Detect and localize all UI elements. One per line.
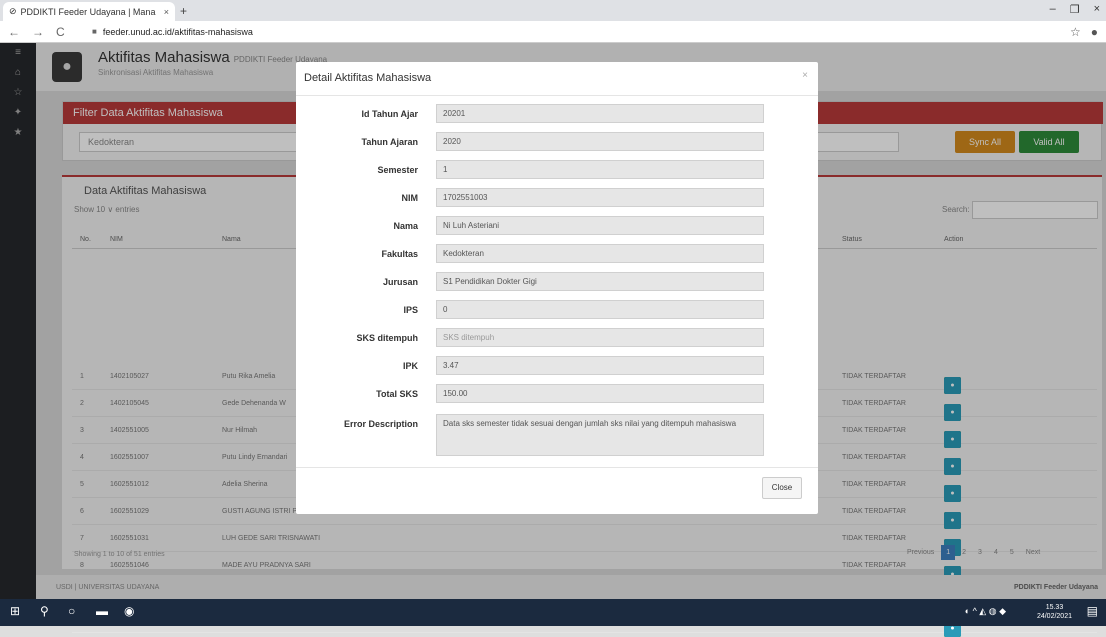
new-tab-button[interactable]: +	[180, 4, 187, 18]
taskbar: ⊞ ⚲ ○ ▬ ◉ ◐ ^ ◭ ◍ ◆ 15.33 24/02/2021 ▤	[0, 599, 1106, 626]
field-label: Id Tahun Ajar	[361, 109, 418, 119]
windows-start-icon[interactable]: ⊞	[10, 604, 20, 618]
detail-modal: Detail Aktifitas Mahasiswa × Id Tahun Aj…	[296, 62, 818, 514]
field-label: Nama	[393, 221, 418, 231]
field-label: Fakultas	[381, 249, 418, 259]
field-input[interactable]: Kedokteran	[436, 244, 764, 263]
reload-icon[interactable]: C	[56, 25, 65, 39]
back-arrow-icon[interactable]: ←	[8, 25, 20, 39]
task-view-icon[interactable]: ○	[68, 604, 75, 618]
field-input[interactable]: 20201	[436, 104, 764, 123]
chrome-icon[interactable]: ◉	[124, 604, 134, 618]
window-controls: – ❐ ×	[1050, 3, 1100, 16]
system-tray-icons[interactable]: ◐ ^ ◭ ◍ ◆	[965, 606, 1006, 617]
notification-icon[interactable]: ▤	[1087, 604, 1098, 618]
address-bar: ← → C ■ feeder.unud.ac.id/aktifitas-maha…	[0, 21, 1106, 43]
profile-icon[interactable]: ●	[1091, 25, 1098, 39]
browser-tab[interactable]: ⊘ PDDIKTI Feeder Udayana | Mana ×	[3, 2, 175, 21]
field-label: Semester	[377, 165, 418, 175]
file-explorer-icon[interactable]: ▬	[96, 604, 108, 618]
modal-footer: Close	[296, 467, 818, 514]
field-input[interactable]: 1	[436, 160, 764, 179]
clock[interactable]: 15.33 24/02/2021	[1037, 603, 1072, 621]
modal-close-icon[interactable]: ×	[802, 70, 808, 81]
field-label: Jurusan	[382, 277, 418, 287]
modal-header: Detail Aktifitas Mahasiswa ×	[296, 62, 818, 96]
field-label: IPS	[403, 305, 418, 315]
tab-close-icon[interactable]: ×	[164, 7, 169, 17]
maximize-button[interactable]: ❐	[1070, 3, 1080, 16]
field-input[interactable]: SKS ditempuh	[436, 328, 764, 347]
forward-arrow-icon[interactable]: →	[32, 25, 44, 39]
field-label: IPK	[402, 361, 418, 371]
field-input[interactable]: 2020	[436, 132, 764, 151]
field-input[interactable]: S1 Pendidikan Dokter Gigi	[436, 272, 764, 291]
error-description-textarea[interactable]: Data sks semester tidak sesuai dengan ju…	[436, 414, 764, 456]
field-input[interactable]: 1702551003	[436, 188, 764, 207]
clock-time: 15.33	[1045, 604, 1064, 611]
window-close-button[interactable]: ×	[1094, 3, 1100, 16]
nav-buttons: ← → C	[0, 25, 92, 39]
field-label: NIM	[401, 193, 419, 203]
field-label: SKS ditempuh	[356, 333, 418, 343]
field-label: Tahun Ajaran	[361, 137, 418, 147]
browser-tabbar: ⊘ PDDIKTI Feeder Udayana | Mana × + – ❐ …	[0, 0, 1106, 21]
field-label: Total SKS	[376, 389, 418, 399]
field-input[interactable]: 150.00	[436, 384, 764, 403]
browser-actions: ☆ ●	[1070, 25, 1106, 39]
minimize-button[interactable]: –	[1050, 3, 1056, 16]
field-input[interactable]: 0	[436, 300, 764, 319]
field-label: Error Description	[343, 419, 418, 429]
close-button[interactable]: Close	[762, 477, 802, 499]
clock-date: 24/02/2021	[1036, 613, 1072, 620]
star-icon[interactable]: ☆	[1070, 25, 1081, 39]
field-input[interactable]: Ni Luh Asteriani	[436, 216, 764, 235]
lock-icon: ■	[92, 27, 97, 36]
globe-icon: ⊘	[9, 6, 17, 16]
modal-title: Detail Aktifitas Mahasiswa	[304, 72, 432, 84]
url-field[interactable]: feeder.unud.ac.id/aktifitas-mahasiswa	[103, 27, 253, 37]
tab-title: PDDIKTI Feeder Udayana | Mana	[20, 6, 156, 17]
search-icon[interactable]: ⚲	[40, 604, 49, 618]
field-input[interactable]: 3.47	[436, 356, 764, 375]
